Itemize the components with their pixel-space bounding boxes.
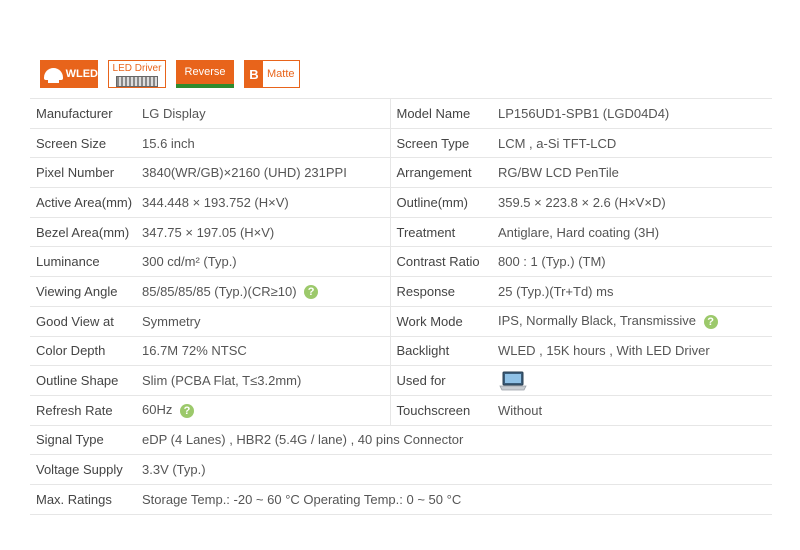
led-driver-badge-label: LED Driver <box>112 63 162 74</box>
spec-label: Refresh Rate <box>30 394 140 426</box>
table-row: Refresh Rate 60Hz ? Touchscreen Without <box>30 394 772 426</box>
table-row: Signal Type eDP (4 Lanes) , HBR2 (5.4G /… <box>30 424 772 456</box>
spec-value: 347.75 × 197.05 (H×V) <box>140 216 390 248</box>
wled-badge-label: WLED <box>65 68 98 80</box>
spec-label: Outline(mm) <box>389 187 496 218</box>
spec-value: LG Display <box>140 98 390 129</box>
spec-label: Voltage Supply <box>30 454 140 485</box>
table-row: Active Area(mm) 344.448 × 193.752 (H×V) … <box>30 187 772 218</box>
spec-value: 359.5 × 223.8 × 2.6 (H×V×D) <box>496 187 772 218</box>
wled-bulb-icon <box>44 68 63 83</box>
spec-label: Viewing Angle <box>30 276 140 307</box>
spec-label: Bezel Area(mm) <box>30 216 140 248</box>
table-row: Outline Shape Slim (PCBA Flat, T≤3.2mm) … <box>30 365 772 396</box>
chip-icon <box>116 76 158 87</box>
spec-value: 3.3V (Typ.) <box>140 454 772 485</box>
spec-label: Pixel Number <box>30 157 140 189</box>
table-row: Viewing Angle 85/85/85/85 (Typ.)(CR≥10) … <box>30 276 772 307</box>
spec-label: Treatment <box>389 216 496 248</box>
table-row: Manufacturer LG Display Model Name LP156… <box>30 98 772 129</box>
spec-label: Outline Shape <box>30 365 140 396</box>
spec-label: Screen Type <box>389 127 496 159</box>
spec-value-cell: 60Hz ? <box>140 394 390 426</box>
table-row: Bezel Area(mm) 347.75 × 197.05 (H×V) Tre… <box>30 216 772 248</box>
spec-label: Backlight <box>389 335 496 367</box>
table-row: Max. Ratings Storage Temp.: -20 ~ 60 °C … <box>30 483 772 515</box>
spec-page: WLED LED Driver Reverse B Matte Manufact… <box>0 0 800 550</box>
spec-label: Arrangement <box>389 157 496 189</box>
table-row: Color Depth 16.7M 72% NTSC Backlight WLE… <box>30 335 772 367</box>
spec-label: Luminance <box>30 246 140 278</box>
table-row: Pixel Number 3840(WR/GB)×2160 (UHD) 231P… <box>30 157 772 189</box>
spec-label: Manufacturer <box>30 98 140 129</box>
spec-value: eDP (4 Lanes) , HBR2 (5.4G / lane) , 40 … <box>140 424 772 456</box>
spec-value-cell: IPS, Normally Black, Transmissive ? <box>496 305 772 337</box>
laptop-icon <box>499 371 527 390</box>
reverse-badge-label: Reverse <box>184 66 226 78</box>
spec-value: 3840(WR/GB)×2160 (UHD) 231PPI <box>140 157 390 189</box>
spec-value: WLED , 15K hours , With LED Driver <box>496 335 772 367</box>
spec-label: Screen Size <box>30 127 140 159</box>
spec-value: Storage Temp.: -20 ~ 60 °C Operating Tem… <box>140 483 772 515</box>
spec-label: Signal Type <box>30 424 140 456</box>
table-row: Voltage Supply 3.3V (Typ.) <box>30 454 772 485</box>
table-row: Luminance 300 cd/m² (Typ.) Contrast Rati… <box>30 246 772 278</box>
spec-value-cell: 85/85/85/85 (Typ.)(CR≥10) ? <box>140 276 390 307</box>
spec-value: IPS, Normally Black, Transmissive <box>498 313 696 329</box>
spec-value: LP156UD1-SPB1 (LGD04D4) <box>496 98 772 129</box>
spec-label: Touchscreen <box>389 394 496 426</box>
table-row: Screen Size 15.6 inch Screen Type LCM , … <box>30 127 772 159</box>
spec-label: Color Depth <box>30 335 140 367</box>
spec-label: Max. Ratings <box>30 483 140 515</box>
spec-value: Symmetry <box>140 305 390 337</box>
spec-value: 60Hz <box>142 402 173 418</box>
reverse-badge: Reverse <box>176 60 234 88</box>
led-driver-badge: LED Driver <box>108 60 166 88</box>
table-row: Good View at Symmetry Work Mode IPS, Nor… <box>30 305 772 337</box>
spec-table: Manufacturer LG Display Model Name LP156… <box>30 98 772 515</box>
wled-badge: WLED <box>40 60 98 88</box>
spec-value: LCM , a-Si TFT-LCD <box>496 127 772 159</box>
spec-value: 25 (Typ.)(Tr+Td) ms <box>496 276 772 307</box>
spec-label: Model Name <box>389 98 496 129</box>
spec-label: Contrast Ratio <box>389 246 496 278</box>
spec-label: Work Mode <box>389 305 496 337</box>
spec-value: Without <box>496 394 772 426</box>
spec-value: RG/BW LCD PenTile <box>496 157 772 189</box>
help-icon[interactable]: ? <box>304 285 319 300</box>
spec-label: Used for <box>389 365 496 396</box>
spec-value-cell <box>496 365 772 396</box>
spec-value: 800 : 1 (Typ.) (TM) <box>496 246 772 278</box>
spec-label: Good View at <box>30 305 140 337</box>
help-icon[interactable]: ? <box>179 404 194 418</box>
spec-value: 300 cd/m² (Typ.) <box>140 246 390 278</box>
matte-badge-label: Matte <box>267 68 295 80</box>
spec-value: Slim (PCBA Flat, T≤3.2mm) <box>140 365 390 396</box>
help-icon[interactable]: ? <box>703 314 718 329</box>
spec-value: 344.448 × 193.752 (H×V) <box>140 187 390 218</box>
spec-value: 15.6 inch <box>140 127 390 159</box>
spec-value: Antiglare, Hard coating (3H) <box>496 216 772 248</box>
feature-badges: WLED LED Driver Reverse B Matte <box>40 60 300 88</box>
spec-label: Active Area(mm) <box>30 187 140 218</box>
spec-value: 16.7M 72% NTSC <box>140 335 390 367</box>
spec-value: 85/85/85/85 (Typ.)(CR≥10) <box>142 283 297 299</box>
matte-letter-icon: B <box>245 61 263 87</box>
matte-badge: B Matte <box>244 60 300 88</box>
spec-label: Response <box>389 276 496 307</box>
